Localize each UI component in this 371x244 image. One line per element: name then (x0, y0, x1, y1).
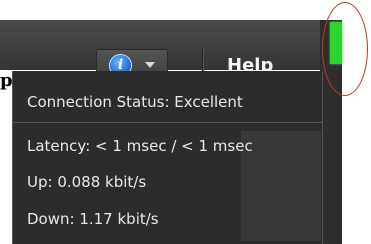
side-label: p (0, 70, 13, 91)
download-rate-text: Down: 1.17 kbit/s (27, 210, 159, 228)
latency-text: Latency: < 1 msec / < 1 msec (27, 137, 253, 155)
toolbar: i Help (0, 20, 320, 81)
background-panel (241, 131, 321, 241)
upload-rate-text: Up: 0.088 kbit/s (27, 173, 147, 191)
annotation-circle (322, 2, 368, 96)
connection-status-text: Connection Status: Excellent (27, 93, 243, 111)
chevron-down-icon (145, 62, 155, 68)
connection-status-popup: Connection Status: Excellent Latency: < … (12, 71, 323, 244)
popup-divider (13, 122, 322, 123)
